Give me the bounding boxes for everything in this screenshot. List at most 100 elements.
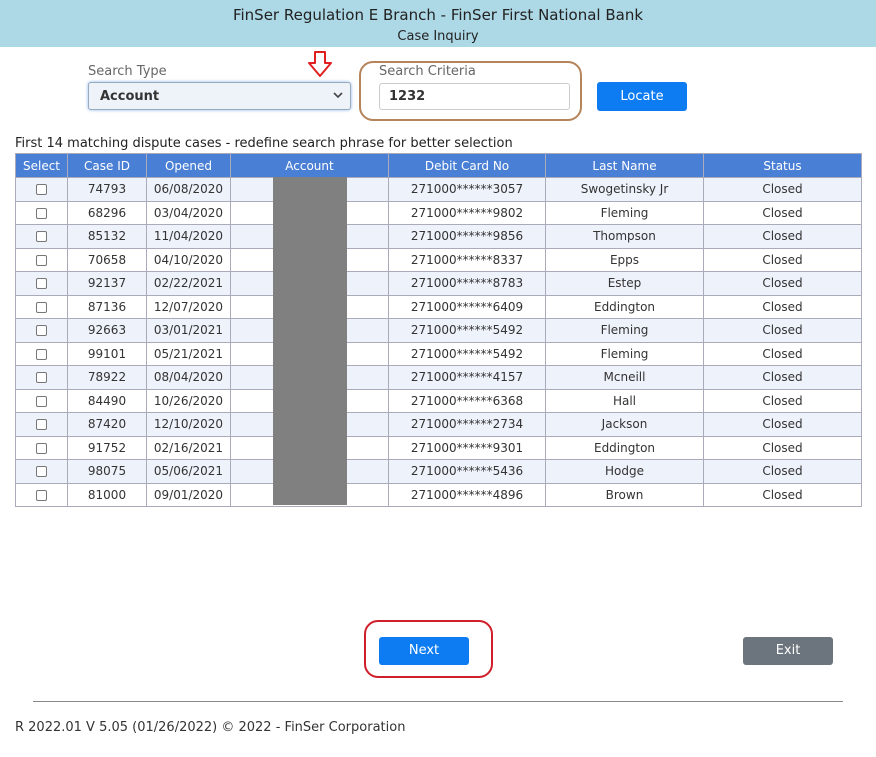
opened-cell: 08/04/2020 xyxy=(146,365,231,390)
row-select-checkbox[interactable] xyxy=(36,466,47,478)
select-cell xyxy=(15,365,68,390)
status-cell: Closed xyxy=(703,271,862,296)
status-cell: Closed xyxy=(703,200,862,225)
table-header-row: Select Case ID Opened Account Debit Card… xyxy=(15,153,862,178)
table-row: 85132 11/04/2020 271000******9856 Thompson C… xyxy=(15,224,862,249)
table-row: 84490 10/26/2020 271000******6368 Hall Close… xyxy=(15,388,862,413)
case-id-cell: 78922 xyxy=(67,365,147,390)
status-cell: Closed xyxy=(703,247,862,272)
opened-cell: 06/08/2020 xyxy=(146,177,231,202)
opened-cell: 11/04/2020 xyxy=(146,224,231,249)
last-name-cell: Eddington xyxy=(545,435,704,460)
row-select-checkbox[interactable] xyxy=(36,207,47,219)
search-criteria-input[interactable]: 1232 xyxy=(379,83,570,110)
col-header-last-name: Last Name xyxy=(545,153,704,178)
col-header-debit-card: Debit Card No xyxy=(388,153,546,178)
col-header-opened: Opened xyxy=(146,153,231,178)
select-cell xyxy=(15,224,68,249)
page-subtitle: Case Inquiry xyxy=(397,29,479,44)
status-cell: Closed xyxy=(703,224,862,249)
status-cell: Closed xyxy=(703,482,862,507)
debit-card-cell: 271000******5436 xyxy=(388,459,546,484)
case-id-cell: 98075 xyxy=(67,459,147,484)
row-select-checkbox[interactable] xyxy=(36,395,47,407)
row-select-checkbox[interactable] xyxy=(36,372,47,384)
case-id-cell: 81000 xyxy=(67,482,147,507)
last-name-cell: Epps xyxy=(545,247,704,272)
search-criteria-value: 1232 xyxy=(389,89,426,104)
row-select-checkbox[interactable] xyxy=(36,278,47,290)
table-row: 98075 05/06/2021 271000******5436 Hodge Clos… xyxy=(15,459,862,484)
select-cell xyxy=(15,388,68,413)
last-name-cell: Fleming xyxy=(545,341,704,366)
select-cell xyxy=(15,200,68,225)
chevron-down-icon xyxy=(333,92,343,99)
row-select-checkbox[interactable] xyxy=(36,231,47,243)
table-row: 78922 08/04/2020 271000******4157 Mcneill Cl… xyxy=(15,365,862,390)
last-name-cell: Fleming xyxy=(545,318,704,343)
select-cell xyxy=(15,341,68,366)
row-select-checkbox[interactable] xyxy=(36,301,47,313)
row-select-checkbox[interactable] xyxy=(36,419,47,431)
status-cell: Closed xyxy=(703,318,862,343)
select-cell xyxy=(15,294,68,319)
case-id-cell: 99101 xyxy=(67,341,147,366)
results-table: Select Case ID Opened Account Debit Card… xyxy=(15,153,862,507)
opened-cell: 02/16/2021 xyxy=(146,435,231,460)
app-title: FinSer Regulation E Branch - FinSer Firs… xyxy=(232,6,644,24)
debit-card-cell: 271000******4896 xyxy=(388,482,546,507)
opened-cell: 05/06/2021 xyxy=(146,459,231,484)
case-id-cell: 68296 xyxy=(67,200,147,225)
last-name-cell: Hall xyxy=(545,388,704,413)
opened-cell: 04/10/2020 xyxy=(146,247,231,272)
status-cell: Closed xyxy=(703,412,862,437)
case-id-cell: 92137 xyxy=(67,271,147,296)
search-type-select[interactable]: Account xyxy=(88,82,351,110)
opened-cell: 03/04/2020 xyxy=(146,200,231,225)
status-cell: Closed xyxy=(703,388,862,413)
case-id-cell: 91752 xyxy=(67,435,147,460)
col-header-status: Status xyxy=(703,153,862,178)
status-cell: Closed xyxy=(703,341,862,366)
table-row: 91752 02/16/2021 271000******9301 Eddington… xyxy=(15,435,862,460)
debit-card-cell: 271000******4157 xyxy=(388,365,546,390)
opened-cell: 12/07/2020 xyxy=(146,294,231,319)
search-type-label: Search Type xyxy=(88,64,167,79)
col-header-select: Select xyxy=(15,153,68,178)
row-select-checkbox[interactable] xyxy=(36,325,47,337)
debit-card-cell: 271000******5492 xyxy=(388,341,546,366)
case-id-cell: 74793 xyxy=(67,177,147,202)
debit-card-cell: 271000******9301 xyxy=(388,435,546,460)
opened-cell: 05/21/2021 xyxy=(146,341,231,366)
status-cell: Closed xyxy=(703,365,862,390)
case-id-cell: 87136 xyxy=(67,294,147,319)
last-name-cell: Estep xyxy=(545,271,704,296)
row-select-checkbox[interactable] xyxy=(36,442,47,454)
locate-button[interactable]: Locate xyxy=(597,82,687,111)
last-name-cell: Brown xyxy=(545,482,704,507)
table-row: 81000 09/01/2020 271000******4896 Brown Clos… xyxy=(15,482,862,507)
row-select-checkbox[interactable] xyxy=(36,254,47,266)
footer-divider xyxy=(33,701,843,702)
row-select-checkbox[interactable] xyxy=(36,184,47,196)
table-row: 99101 05/21/2021 271000******5492 Fleming Cl… xyxy=(15,341,862,366)
status-cell: Closed xyxy=(703,294,862,319)
debit-card-cell: 271000******3057 xyxy=(388,177,546,202)
case-id-cell: 70658 xyxy=(67,247,147,272)
select-cell xyxy=(15,459,68,484)
table-row: 70658 04/10/2020 271000******8337 Epps Close… xyxy=(15,247,862,272)
last-name-cell: Swogetinsky Jr xyxy=(545,177,704,202)
opened-cell: 03/01/2021 xyxy=(146,318,231,343)
last-name-cell: Jackson xyxy=(545,412,704,437)
select-cell xyxy=(15,482,68,507)
row-select-checkbox[interactable] xyxy=(36,489,47,501)
last-name-cell: Eddington xyxy=(545,294,704,319)
status-cell: Closed xyxy=(703,435,862,460)
account-redaction xyxy=(273,177,347,505)
status-cell: Closed xyxy=(703,177,862,202)
debit-card-cell: 271000******6368 xyxy=(388,388,546,413)
table-row: 87136 12/07/2020 271000******6409 Eddington… xyxy=(15,294,862,319)
row-select-checkbox[interactable] xyxy=(36,348,47,360)
next-button[interactable]: Next xyxy=(379,637,469,665)
exit-button[interactable]: Exit xyxy=(743,637,833,665)
